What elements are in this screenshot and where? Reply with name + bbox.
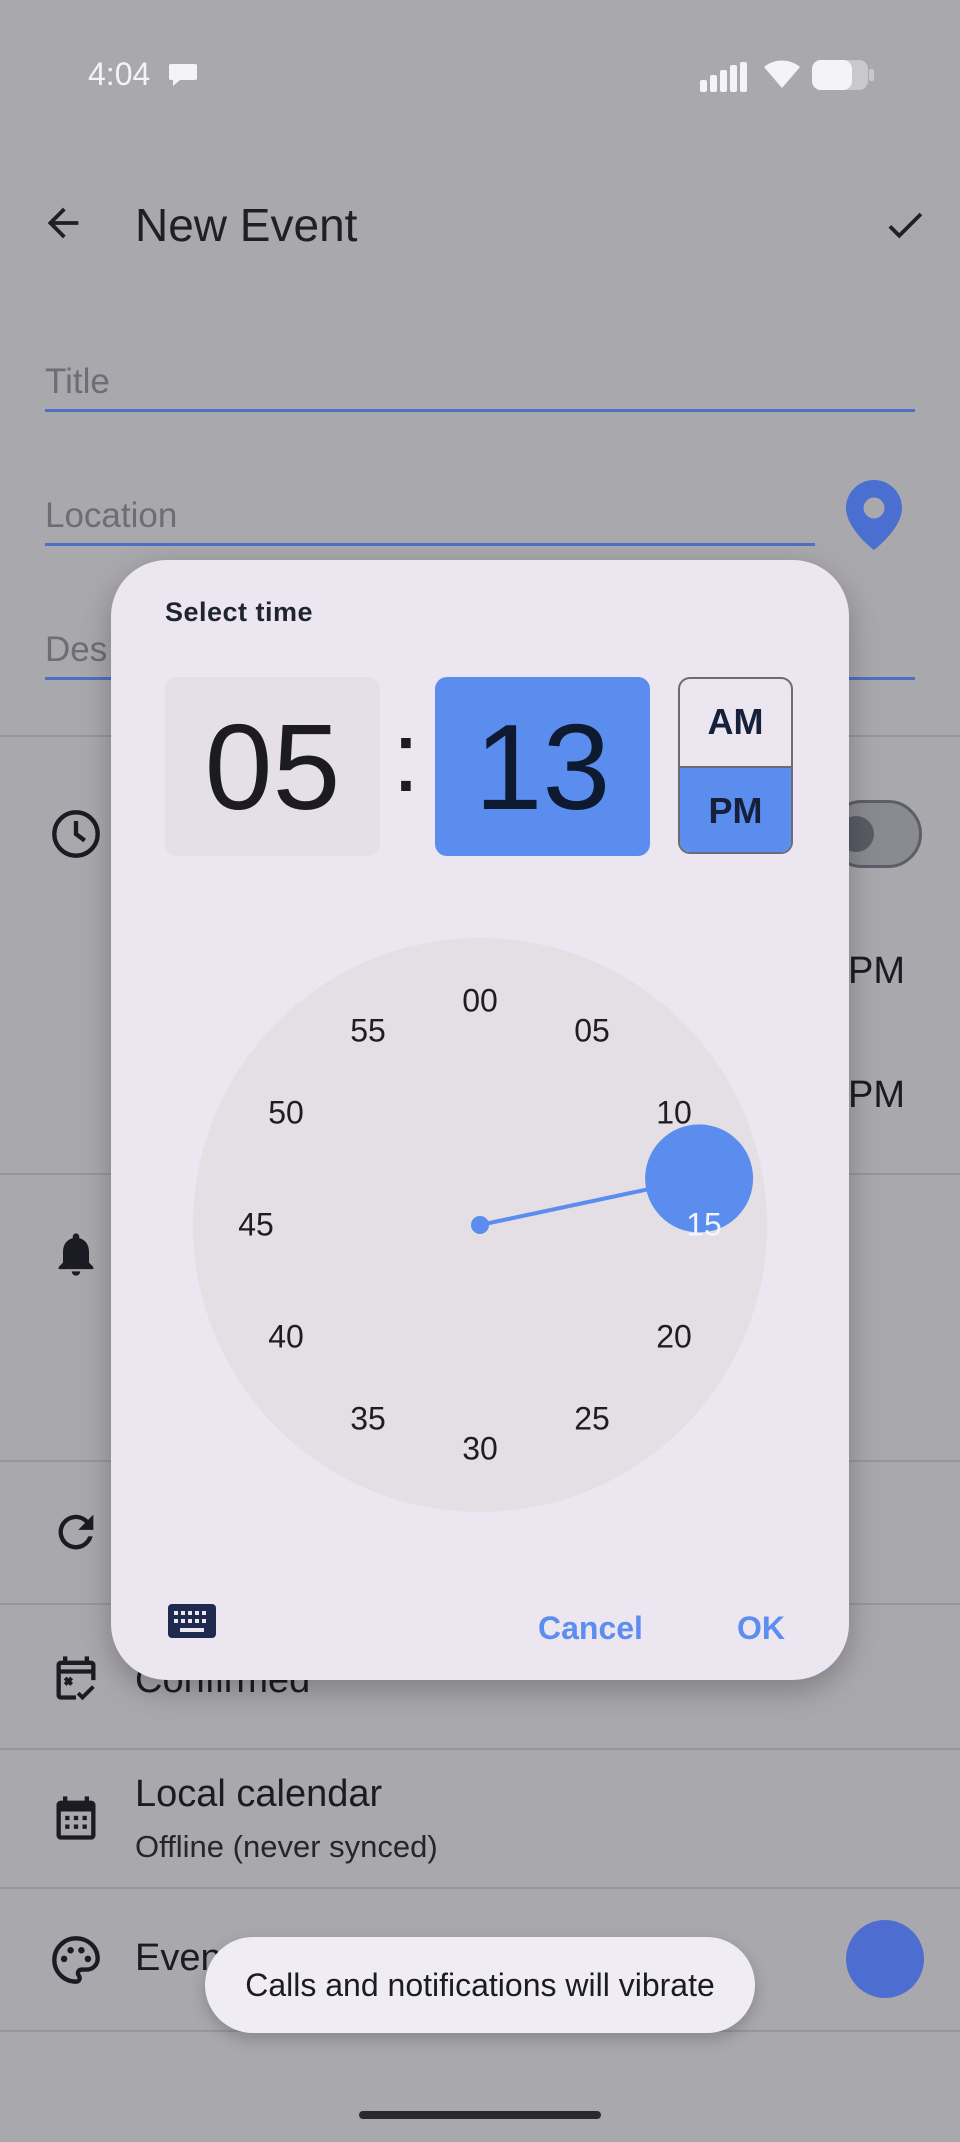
location-pin-icon[interactable] [846, 480, 902, 550]
clock-hand [471, 1124, 754, 1234]
back-arrow-icon[interactable] [40, 200, 86, 246]
clock-number-15[interactable]: 15 [686, 1207, 722, 1244]
pm-button[interactable]: PM [680, 765, 791, 852]
clock-number-30[interactable]: 30 [462, 1431, 498, 1468]
repeat-icon [58, 1514, 94, 1550]
clock-number-55[interactable]: 55 [350, 1013, 386, 1050]
time-separator: : [392, 701, 420, 813]
title-underline [45, 409, 915, 412]
bell-icon [58, 1233, 94, 1276]
divider [0, 1887, 960, 1889]
minute-clock-dial[interactable]: 00 05 10 15 20 25 30 35 40 45 50 55 [193, 938, 767, 1512]
clock-number-45[interactable]: 45 [238, 1207, 274, 1244]
clock-number-05[interactable]: 05 [574, 1013, 610, 1050]
end-time-suffix[interactable]: PM [848, 1074, 905, 1117]
status-time: 4:04 [88, 56, 151, 92]
location-underline [45, 543, 815, 546]
dialog-heading: Select time [165, 597, 314, 627]
am-button[interactable]: AM [680, 679, 791, 766]
palette-icon [52, 1936, 100, 1984]
clock-number-20[interactable]: 20 [656, 1319, 692, 1356]
clock-number-50[interactable]: 50 [268, 1095, 304, 1132]
checkmark-icon[interactable] [882, 202, 928, 248]
cancel-button[interactable]: Cancel [538, 1610, 643, 1647]
calendar-icon [56, 1796, 96, 1840]
am-pm-toggle: AM PM [678, 677, 793, 854]
title-field[interactable]: Title [45, 362, 110, 402]
clock-number-25[interactable]: 25 [574, 1400, 610, 1437]
calendar-check-icon [56, 1656, 96, 1701]
ok-button[interactable]: OK [737, 1610, 785, 1647]
calendar-name[interactable]: Local calendar [135, 1773, 382, 1816]
page-title: New Event [135, 199, 358, 251]
clock-number-10[interactable]: 10 [656, 1095, 692, 1132]
clock-number-00[interactable]: 00 [462, 983, 498, 1020]
clock-center-dot [471, 1216, 489, 1234]
event-color-swatch[interactable] [846, 1920, 924, 1998]
location-field[interactable]: Location [45, 496, 177, 536]
hour-selector[interactable]: 05 [165, 677, 380, 856]
start-time-suffix[interactable]: PM [848, 950, 905, 993]
clock-number-40[interactable]: 40 [268, 1319, 304, 1356]
divider [0, 1748, 960, 1750]
clock-number-35[interactable]: 35 [350, 1400, 386, 1437]
home-indicator[interactable] [359, 2111, 601, 2119]
keyboard-icon[interactable] [168, 1604, 216, 1638]
clock-icon [52, 810, 100, 858]
battery-icon [812, 60, 874, 90]
cell-signal-icon [700, 62, 747, 92]
wifi-icon [764, 60, 800, 88]
minute-selector[interactable]: 13 [435, 677, 650, 856]
calendar-sync-status: Offline (never synced) [135, 1829, 438, 1864]
chat-bubble-icon [169, 64, 197, 86]
description-field[interactable]: Des [45, 630, 107, 670]
snackbar: Calls and notifications will vibrate [205, 1937, 755, 2033]
